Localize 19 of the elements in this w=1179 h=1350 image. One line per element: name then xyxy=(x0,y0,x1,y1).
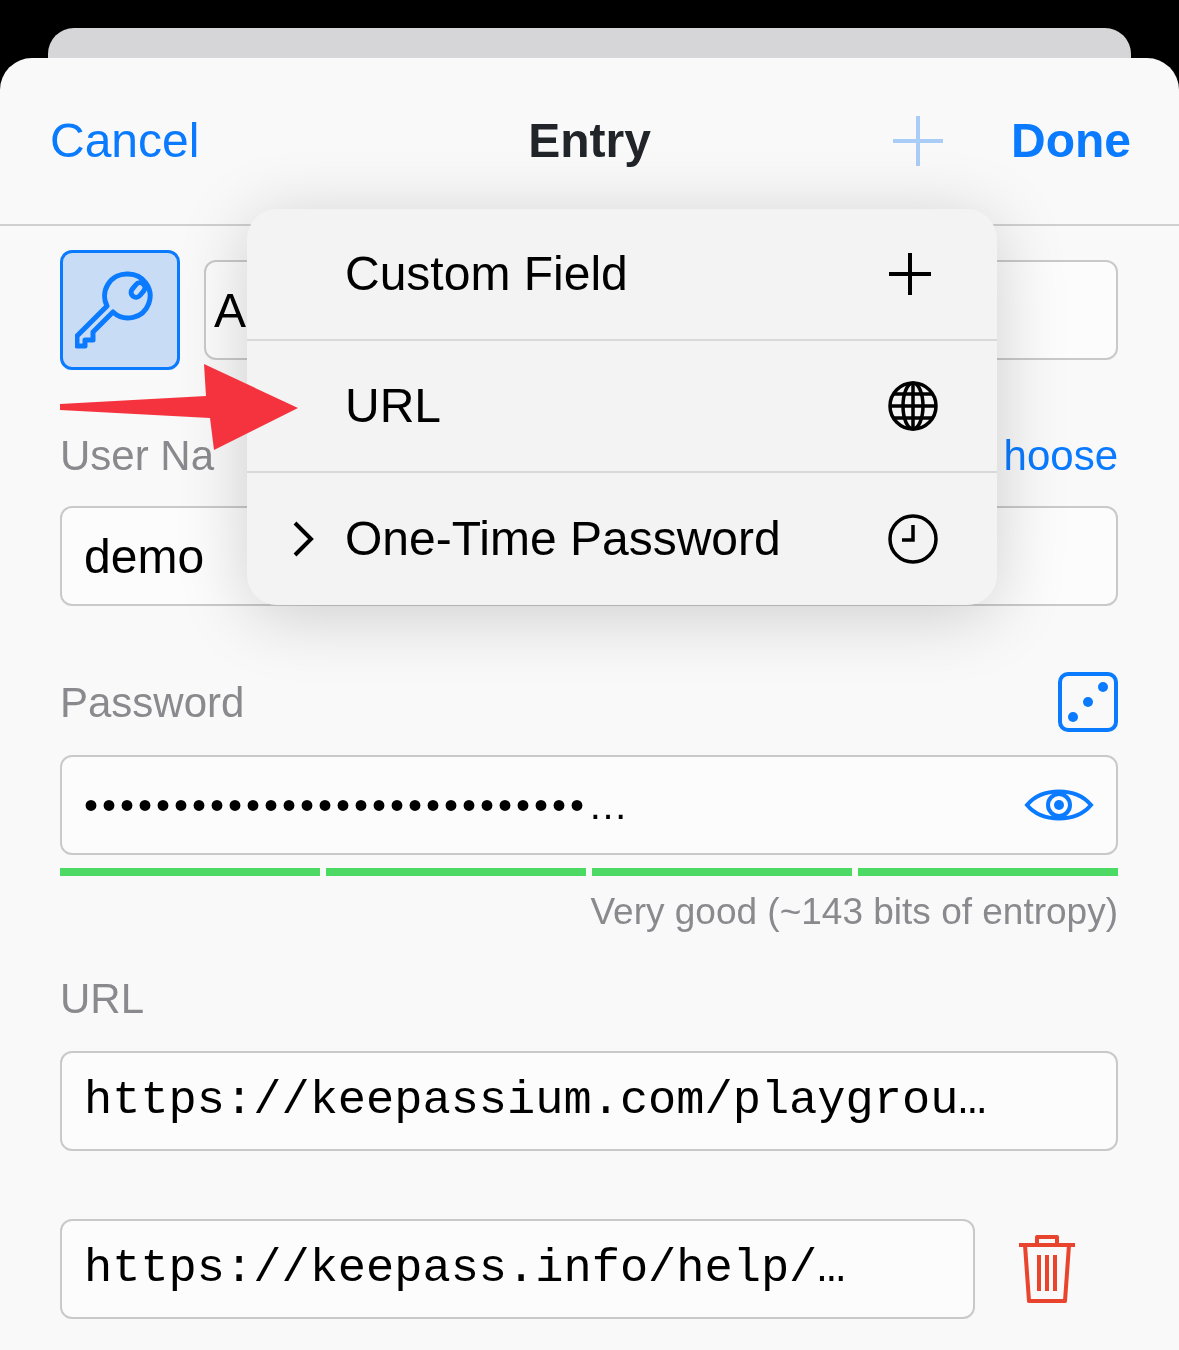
menu-item[interactable]: Custom Field xyxy=(247,209,997,341)
strength-text: Very good (~143 bits of entropy) xyxy=(590,891,1118,932)
plus-icon xyxy=(887,251,933,297)
choose-link[interactable]: hoose xyxy=(1003,423,1118,487)
globe-icon xyxy=(887,380,939,432)
field-label: URL xyxy=(60,974,145,1024)
field-label: User Na xyxy=(60,430,215,481)
cancel-button[interactable]: Cancel xyxy=(50,105,200,177)
password-field[interactable]: ••••••••••••••••••••••••••••… xyxy=(60,755,1118,855)
icon-picker-button[interactable] xyxy=(60,250,180,370)
trash-icon[interactable] xyxy=(1016,1232,1077,1305)
url-field[interactable]: https://keepass.info/help/… xyxy=(60,1218,975,1319)
dice-icon[interactable] xyxy=(1058,672,1118,732)
clock-icon xyxy=(887,513,939,565)
done-button[interactable]: Done xyxy=(1011,105,1131,177)
menu-item[interactable]: One-Time Password xyxy=(247,473,997,605)
screen-title: Entry xyxy=(528,114,651,167)
url-field[interactable]: https://keepassium.com/playgrou… xyxy=(60,1050,1118,1151)
field-label: Password xyxy=(60,677,245,728)
